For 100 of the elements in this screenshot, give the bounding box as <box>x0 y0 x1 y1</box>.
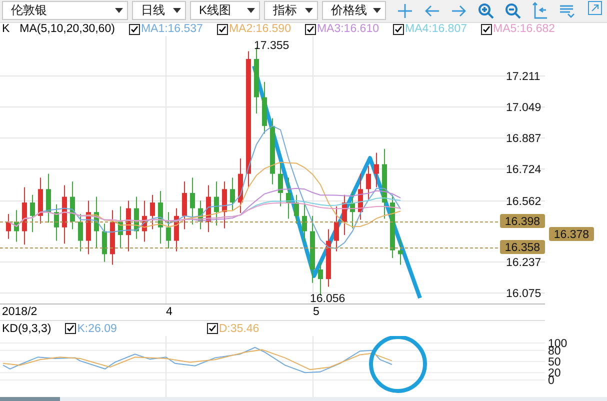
caret-icon <box>173 8 181 14</box>
price-axis-label: 17.211 <box>506 71 540 84</box>
candlestick <box>158 190 163 244</box>
axis-icon[interactable] <box>532 2 548 20</box>
candlestick <box>94 196 99 248</box>
candlestick <box>206 185 211 233</box>
candlestick <box>54 204 59 242</box>
ma-value-label: MA3:16.610 <box>316 23 379 36</box>
price-axis-label: 16.237 <box>506 257 542 270</box>
date-axis-label: 4 <box>166 306 172 318</box>
candlestick <box>78 214 83 252</box>
caret-icon <box>305 8 313 14</box>
candlestick <box>302 204 307 243</box>
candlestick <box>190 177 195 226</box>
price-tag: 16.378 <box>549 227 594 242</box>
candlestick <box>30 194 35 233</box>
candlestick <box>358 174 363 221</box>
date-axis-label: 5 <box>313 306 320 318</box>
checkbox[interactable] <box>128 24 140 35</box>
expand-icon[interactable] <box>588 1 602 15</box>
indicator-label: KD(9,3,3) <box>2 322 52 335</box>
arrow-right-icon[interactable] <box>451 2 467 19</box>
ma-value-label: MA1:16.537 <box>140 23 203 36</box>
candlestick <box>166 212 171 250</box>
candlestick <box>350 190 355 230</box>
kd-value-label: K:26.09 <box>77 322 117 335</box>
price-axis-label: 16.562 <box>506 196 542 208</box>
list-icon[interactable] <box>559 2 575 19</box>
caret-icon <box>115 8 123 14</box>
ma-value-label: MA4:16.807 <box>404 23 467 36</box>
candlestick <box>118 206 123 250</box>
candlestick <box>198 200 203 230</box>
candlestick <box>286 177 291 220</box>
high-price-label: 17.355 <box>254 40 290 52</box>
checkbox[interactable] <box>216 24 228 35</box>
candlestick <box>6 214 11 240</box>
candlestick <box>230 177 235 211</box>
candlestick <box>278 162 283 208</box>
ma-value-label: MA2:16.590 <box>228 23 291 36</box>
candlestick <box>126 200 131 252</box>
candlestick <box>174 208 179 252</box>
arrow-left-icon[interactable] <box>424 2 440 19</box>
candlestick <box>150 194 155 230</box>
zoom-out-icon[interactable] <box>505 2 521 19</box>
candlestick <box>102 223 107 263</box>
low-price-label: 16.056 <box>310 293 346 306</box>
indicator-label: MA(5,10,20,30,60) <box>20 23 115 36</box>
price-axis-label: 16.887 <box>506 133 542 146</box>
crosshair-icon[interactable] <box>397 2 413 19</box>
dropdown[interactable]: 伦敦银 <box>2 1 128 20</box>
checkbox[interactable] <box>304 24 316 35</box>
kd-axis-label: 50 <box>548 356 561 368</box>
candlestick <box>238 158 243 214</box>
candlestick <box>46 174 51 224</box>
zoom-in-icon[interactable] <box>478 2 494 19</box>
chart-type-label: K <box>2 23 10 36</box>
kd-axis-label: 80 <box>548 345 561 358</box>
candlestick <box>398 238 403 266</box>
caret-icon <box>373 8 381 14</box>
candlestick <box>142 200 147 243</box>
price-tag: 16.358 <box>500 240 545 254</box>
candlestick <box>134 196 139 240</box>
price-axis-label: 16.724 <box>506 164 542 176</box>
candlestick <box>310 216 315 284</box>
kd-value-label: D:35.46 <box>218 322 260 335</box>
caret-icon <box>247 8 255 14</box>
dropdown[interactable]: 日线 <box>132 1 186 20</box>
candlestick <box>342 194 347 236</box>
scrollbar-thumb[interactable] <box>0 396 60 401</box>
price-tag: 16.398 <box>500 214 545 228</box>
candlestick <box>374 152 379 188</box>
date-axis-label: 2018/2 <box>2 306 38 318</box>
price-axis-label: 16.075 <box>506 288 542 300</box>
candlestick <box>38 177 43 224</box>
candlestick <box>334 206 339 252</box>
candlestick <box>270 118 275 186</box>
candlestick <box>222 181 227 230</box>
candlestick <box>86 200 91 255</box>
dropdown[interactable]: 价格线 <box>322 1 386 20</box>
ma-value-label: MA5:16.682 <box>493 23 556 36</box>
candlestick <box>294 194 299 224</box>
candlestick <box>110 210 115 266</box>
candlestick <box>326 229 331 288</box>
candlestick <box>262 82 267 134</box>
candlestick <box>62 185 67 244</box>
checkbox[interactable] <box>481 24 492 35</box>
checkbox[interactable] <box>392 24 404 35</box>
candlestick <box>70 181 75 230</box>
candlestick <box>182 181 187 230</box>
dropdown[interactable]: K线图 <box>190 1 260 20</box>
checkbox[interactable] <box>65 323 76 334</box>
candlestick <box>390 194 395 259</box>
dropdown[interactable]: 指标 <box>264 1 318 20</box>
candlestick <box>214 181 219 226</box>
candlestick <box>22 186 27 246</box>
price-axis-label: 17.049 <box>506 102 542 114</box>
circle-annotation <box>369 336 427 393</box>
candlestick <box>382 148 387 220</box>
candlestick <box>14 210 19 243</box>
checkbox[interactable] <box>206 323 218 334</box>
